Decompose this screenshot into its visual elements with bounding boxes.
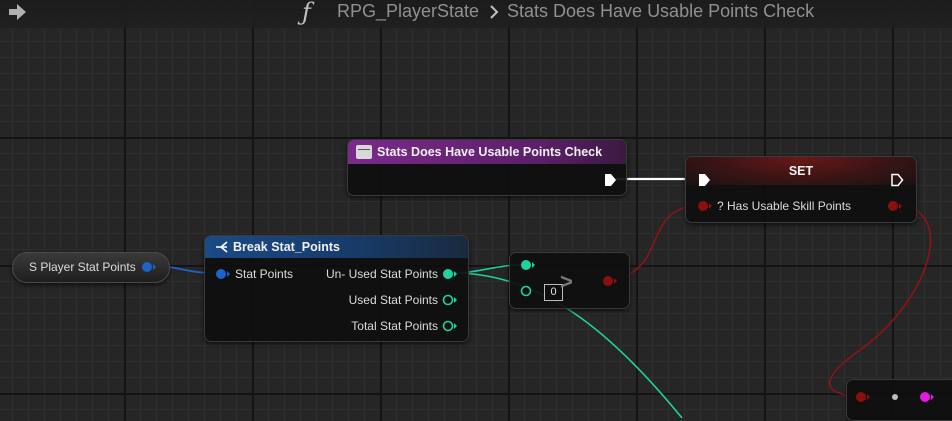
used-stat-points-label: Used Stat Points <box>348 293 438 307</box>
struct-out-pin[interactable] <box>141 261 157 273</box>
break-node-header: Break Stat_Points <box>205 236 468 258</box>
break-stat-points-node[interactable]: Break Stat_Points Stat Points Un- Used S… <box>204 235 469 342</box>
struct-in-pin[interactable] <box>215 268 231 280</box>
set-node-title: SET <box>788 164 814 178</box>
set-variable-node[interactable]: SET ? Has Usable Skill Points <box>685 156 917 223</box>
set-variable-label: ? Has Usable Skill Points <box>717 199 852 213</box>
bool-out-pin[interactable] <box>887 200 903 212</box>
bool-out-pin[interactable] <box>602 275 618 287</box>
greater-than-operator: > <box>560 269 573 294</box>
break-struct-icon <box>216 241 228 253</box>
getter-label: S Player Stat Points <box>29 260 136 274</box>
player-stat-points-getter[interactable]: S Player Stat Points <box>12 252 170 283</box>
entry-node-title: Stats Does Have Usable Points Check <box>377 145 603 159</box>
set-node-header: SET <box>686 157 916 185</box>
magenta-pin[interactable] <box>919 391 935 403</box>
unused-stat-points-pin[interactable] <box>442 268 458 280</box>
bool-in-pin[interactable] <box>697 200 713 212</box>
total-stat-points-pin[interactable] <box>442 320 458 332</box>
function-entry-node[interactable]: Stats Does Have Usable Points Check <box>347 139 627 196</box>
exec-out-pin[interactable] <box>603 173 617 187</box>
bool-in-pin[interactable] <box>855 391 871 403</box>
exec-out-pin[interactable] <box>890 173 904 187</box>
unused-stat-points-label: Un- Used Stat Points <box>325 267 438 281</box>
total-stat-points-label: Total Stat Points <box>351 319 438 333</box>
greater-than-node[interactable]: 0 > <box>509 252 630 309</box>
exec-in-pin[interactable] <box>697 173 711 187</box>
int-in-b-pin[interactable] <box>520 285 536 297</box>
partial-node[interactable] <box>846 379 952 421</box>
break-node-title: Break Stat_Points <box>233 240 340 254</box>
reroute-dot-icon <box>892 394 898 400</box>
entry-node-header: Stats Does Have Usable Points Check <box>348 140 626 164</box>
function-entry-icon <box>356 145 372 159</box>
used-stat-points-pin[interactable] <box>442 294 458 306</box>
int-in-a-pin[interactable] <box>520 259 536 271</box>
stat-points-input-label: Stat Points <box>235 267 294 281</box>
bool-wire-down <box>828 204 932 397</box>
